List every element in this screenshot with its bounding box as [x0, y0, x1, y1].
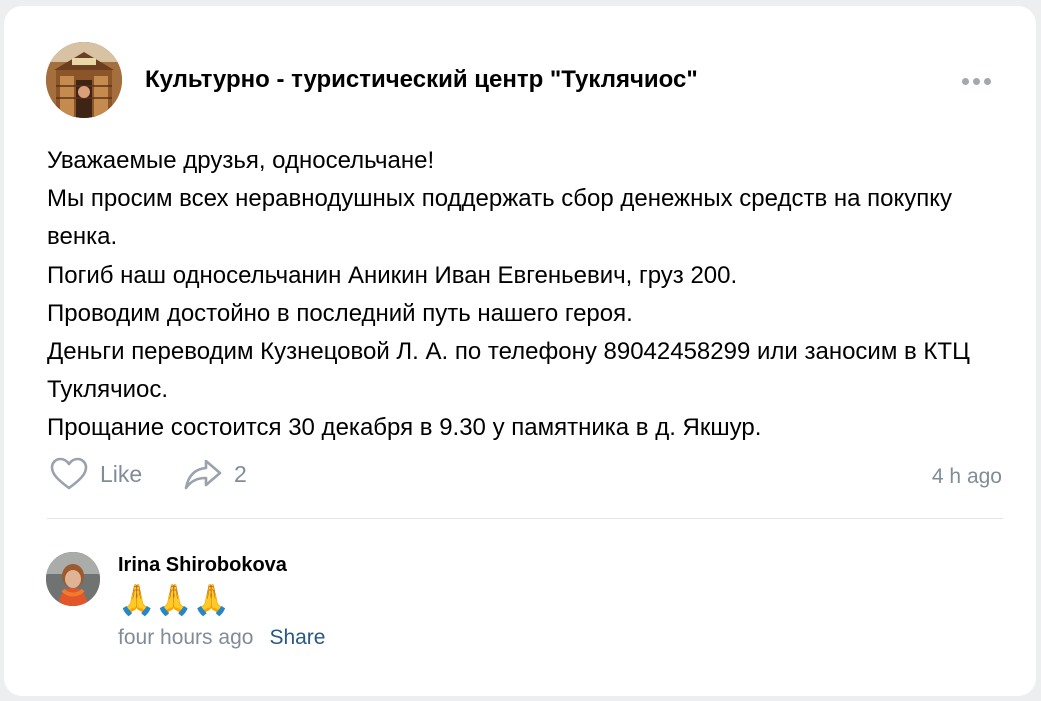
post-card: Культурно - туристический центр "Туклячи… — [4, 6, 1036, 696]
community-avatar-image — [46, 42, 122, 118]
more-dot — [984, 77, 991, 85]
comment-text: 🙏🙏🙏 — [118, 584, 231, 617]
comment-meta: four hours ago Share — [118, 626, 325, 650]
post-paragraph: Проводим достойно в последний путь нашег… — [47, 299, 633, 327]
share-arrow-icon — [184, 459, 222, 490]
post-paragraph: Погиб наш односельчанин Аникин Иван Евге… — [47, 261, 738, 289]
comment-author[interactable]: Irina Shirobokova — [118, 554, 287, 577]
share-button[interactable]: 2 — [184, 457, 247, 491]
more-dot — [973, 77, 980, 85]
comment-share-button[interactable]: Share — [269, 626, 325, 650]
post-text: Уважаемые друзья, односельчане! Мы проси… — [47, 142, 1007, 448]
like-label: Like — [100, 460, 143, 487]
user-avatar-icon[interactable] — [46, 552, 100, 606]
share-count: 2 — [234, 460, 247, 487]
divider — [47, 518, 1003, 519]
user-avatar-image — [46, 552, 100, 606]
post-paragraph: Мы просим всех неравнодушных поддержать … — [47, 185, 953, 251]
post-paragraph: Деньги переводим Кузнецовой Л. А. по тел… — [47, 338, 970, 404]
post-paragraph: Прощание состоится 30 декабря в 9.30 у п… — [47, 414, 762, 442]
more-dot — [962, 77, 969, 85]
post-time[interactable]: 4 h ago — [894, 465, 1002, 489]
like-button[interactable]: Like — [50, 457, 142, 491]
community-avatar-icon[interactable] — [46, 42, 122, 118]
more-icon[interactable] — [962, 74, 998, 88]
post-paragraph: Уважаемые друзья, односельчане! — [47, 147, 435, 174]
post-author[interactable]: Культурно - туристический центр "Туклячи… — [145, 66, 698, 94]
heart-icon — [50, 457, 88, 490]
comment-time[interactable]: four hours ago — [118, 626, 253, 650]
